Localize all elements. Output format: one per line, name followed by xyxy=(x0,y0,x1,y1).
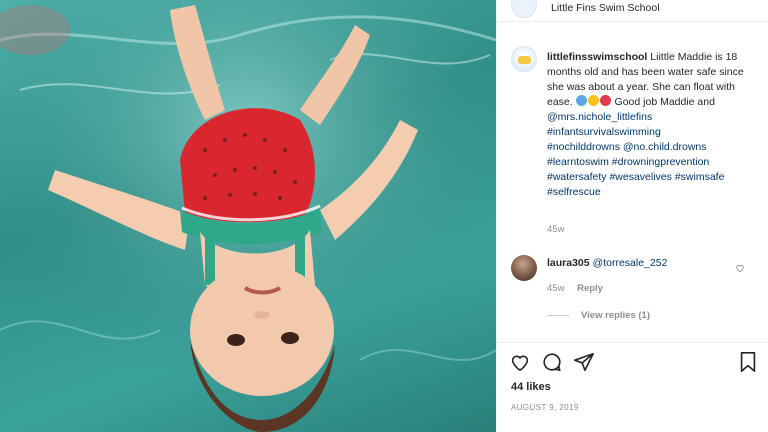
commenter-avatar[interactable] xyxy=(511,255,537,281)
header-account-name[interactable]: Little Fins Swim School xyxy=(551,2,660,14)
comment-username[interactable]: laura305 xyxy=(547,257,590,269)
bookmark-icon[interactable] xyxy=(737,351,759,373)
view-replies-label[interactable]: View replies (1) xyxy=(581,310,650,321)
baby-floating-photo xyxy=(0,0,496,432)
post-photo[interactable] xyxy=(0,0,496,432)
reply-button[interactable]: Reply xyxy=(577,283,603,294)
instagram-post-view: Little Fins Swim School littlefinsswimsc… xyxy=(0,0,768,432)
caption-username[interactable]: littlefinsswimschool xyxy=(547,51,647,63)
hashtag-watersafety[interactable]: #watersafety xyxy=(547,171,607,183)
hashtag-swimsafe[interactable]: #swimsafe xyxy=(675,171,725,183)
caption-line-4: Good xyxy=(614,96,641,108)
caption-line-5: job Maddie and xyxy=(643,96,715,108)
share-icon[interactable] xyxy=(573,351,595,373)
caption-timestamp[interactable]: 45w xyxy=(547,224,564,235)
comment-icon[interactable] xyxy=(541,351,563,373)
sparkle-emoji xyxy=(587,95,599,106)
hashtag-drowningprevention[interactable]: #drowningprevention xyxy=(612,156,709,168)
post-header: Little Fins Swim School xyxy=(497,0,768,22)
hashtag-nochilddrowns[interactable]: #nochilddrowns xyxy=(547,141,620,153)
mention-no-child-drowns[interactable]: @no.child.drowns xyxy=(623,141,707,153)
header-avatar[interactable] xyxy=(511,0,537,18)
caption-text: littlefinsswimschool Liittle Maddie is 1… xyxy=(547,50,753,200)
hashtag-learntoswim[interactable]: #learntoswim xyxy=(547,156,609,168)
comment-mention[interactable]: @torresale_252 xyxy=(593,257,668,269)
view-replies[interactable]: View replies (1) xyxy=(547,310,650,321)
replies-divider xyxy=(547,315,569,316)
caption-line-0: Liittle Maddie is xyxy=(650,51,723,63)
flipper-emoji xyxy=(575,95,587,106)
mention-mrs-nichole[interactable]: @mrs.nichole_littlefins xyxy=(547,110,753,125)
post-sidebar: Little Fins Swim School littlefinsswimsc… xyxy=(496,0,768,432)
hashtag-wesavelives[interactable]: #wesavelives xyxy=(609,171,671,183)
action-bar: 44 likes AUGUST 9, 2019 xyxy=(497,342,768,432)
comment-meta: 45w Reply xyxy=(547,283,603,294)
hashtag-infantsurvivalswimming[interactable]: #infantsurvivalswimming xyxy=(547,125,753,140)
caption-avatar[interactable] xyxy=(511,46,537,72)
comment-timestamp[interactable]: 45w xyxy=(547,283,564,294)
post-date: AUGUST 9, 2019 xyxy=(511,403,579,412)
comment-text: laura305 @torresale_252 xyxy=(547,257,667,269)
heart-emoji xyxy=(599,95,611,106)
hashtag-selfrescue[interactable]: #selfrescue xyxy=(547,185,753,200)
heart-icon[interactable] xyxy=(509,351,531,373)
small-heart-icon[interactable] xyxy=(735,263,745,276)
likes-count[interactable]: 44 likes xyxy=(511,381,551,393)
